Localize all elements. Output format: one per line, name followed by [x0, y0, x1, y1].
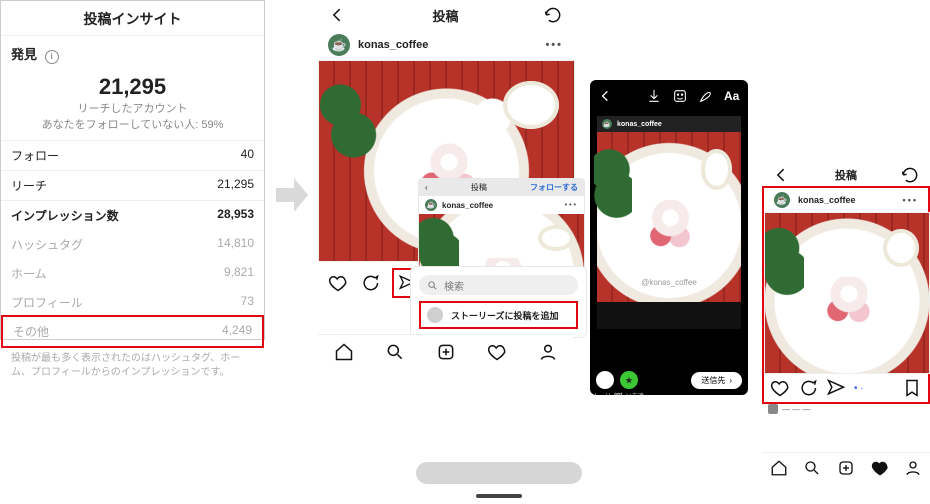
- reach-summary: 21,295 リーチしたアカウント あなたをフォローしていない人: 59%: [1, 68, 264, 140]
- back-icon[interactable]: [328, 5, 348, 25]
- impressions-row: インプレッション数 28,953: [1, 200, 264, 230]
- back-icon[interactable]: [772, 165, 792, 185]
- share-search-input[interactable]: 検索: [419, 275, 578, 295]
- avatar-placeholder-icon: [427, 307, 443, 323]
- more-icon[interactable]: •••: [545, 39, 563, 51]
- post-image[interactable]: [318, 60, 575, 262]
- add-to-story-label: ストーリーズに投稿を追加: [451, 309, 559, 322]
- like-icon[interactable]: [328, 273, 348, 293]
- share-sheet: 検索 ストーリーズに投稿を追加: [410, 266, 587, 338]
- info-icon[interactable]: i: [45, 50, 59, 64]
- post-header: 投稿: [318, 0, 573, 30]
- impressions-breakdown-row: ホーム 9,821: [1, 259, 264, 288]
- arrow-right-icon: [276, 174, 308, 216]
- impressions-other-row: その他 4,249: [1, 315, 264, 348]
- search-placeholder: 検索: [444, 278, 464, 293]
- nav-add-icon[interactable]: [436, 342, 456, 362]
- story-handle: @konas_coffee: [597, 278, 741, 287]
- nav-search-icon[interactable]: [802, 458, 822, 478]
- more-icon[interactable]: •••: [903, 195, 918, 205]
- insights-note: 投稿が最も多く表示されたのはハッシュタグ、ホーム、プロフィールからのインプレッシ…: [1, 346, 264, 380]
- username: konas_coffee: [358, 39, 428, 51]
- post-author-row[interactable]: ☕ konas_coffee •••: [318, 30, 573, 60]
- refresh-icon[interactable]: [543, 5, 563, 25]
- insights-panel: 投稿インサイト 発見 i 21,295 リーチしたアカウント あなたをフォローし…: [0, 0, 265, 340]
- nav-profile-icon[interactable]: [538, 342, 558, 362]
- result-post-screen: 投稿 ☕ konas_coffee ••• • · — — —: [762, 164, 930, 416]
- nav-activity-icon[interactable]: [870, 458, 890, 478]
- bottom-nav: [762, 452, 930, 483]
- comment-icon[interactable]: [360, 273, 380, 293]
- post-image[interactable]: [764, 212, 930, 374]
- send-button-disabled: [416, 462, 582, 484]
- nav-home-icon[interactable]: [334, 342, 354, 362]
- post-header-title: 投稿: [432, 6, 458, 25]
- story-top-tools: Aa: [646, 88, 740, 104]
- nav-search-icon[interactable]: [385, 342, 405, 362]
- post-header-title: 投稿: [835, 167, 857, 183]
- comment-icon[interactable]: [798, 378, 818, 398]
- reach-nonfollowers: あなたをフォローしていない人: 59%: [1, 116, 264, 132]
- text-icon[interactable]: Aa: [724, 88, 740, 104]
- like-icon[interactable]: [770, 378, 790, 398]
- sticker-icon[interactable]: [672, 88, 688, 104]
- share-icon[interactable]: [826, 378, 846, 398]
- nav-add-icon[interactable]: [836, 458, 856, 478]
- insights-discovery-heading: 発見 i: [1, 36, 264, 68]
- avatar-icon: ☕: [602, 119, 612, 129]
- avatar-icon: ☕: [328, 34, 350, 56]
- carousel-indicator: • ·: [854, 383, 864, 394]
- refresh-icon[interactable]: [900, 165, 920, 185]
- metric-row: リーチ 21,295: [1, 170, 264, 200]
- bottom-nav: [318, 334, 573, 369]
- nav-home-icon[interactable]: [769, 458, 789, 478]
- caption-stub: — — —: [762, 404, 930, 416]
- highlighted-post: ☕ konas_coffee ••• • ·: [762, 186, 930, 404]
- close-friends-button[interactable]: ★: [620, 371, 638, 389]
- bookmark-icon[interactable]: [902, 378, 922, 398]
- metric-row: フォロー 40: [1, 140, 264, 170]
- post-actions: • ·: [764, 374, 928, 402]
- avatar-thumb-icon: [768, 404, 778, 414]
- nav-activity-icon[interactable]: [487, 342, 507, 362]
- your-story-button[interactable]: [596, 371, 614, 389]
- home-indicator: [476, 494, 522, 498]
- post-author-row[interactable]: ☕ konas_coffee •••: [764, 188, 928, 212]
- send-to-button[interactable]: 送信先 ›: [691, 372, 742, 389]
- add-to-story-button[interactable]: ストーリーズに投稿を追加: [419, 301, 578, 329]
- impressions-breakdown-row: プロフィール 73: [1, 288, 264, 317]
- insights-title: 投稿インサイト: [1, 1, 264, 36]
- story-editor: Aa ☕ konas_coffee @konas_coffee ストーリーズ ★…: [590, 80, 748, 395]
- post-screen: 投稿 ☕ konas_coffee •••: [318, 0, 573, 300]
- reach-caption: リーチしたアカウント: [1, 100, 264, 116]
- draw-icon[interactable]: [698, 88, 714, 104]
- story-share-bar: ストーリーズ ★親しい友達 送信先 ›: [596, 371, 742, 389]
- impressions-breakdown-row: ハッシュタグ 14,810: [1, 230, 264, 259]
- avatar-icon: ☕: [774, 192, 790, 208]
- chevron-right-icon: ›: [729, 376, 732, 385]
- post-header: 投稿: [762, 164, 930, 186]
- story-embedded-post[interactable]: ☕ konas_coffee @konas_coffee: [597, 116, 741, 329]
- username: konas_coffee: [798, 195, 856, 205]
- story-back-icon[interactable]: [598, 88, 614, 104]
- download-icon[interactable]: [646, 88, 662, 104]
- nav-profile-icon[interactable]: [903, 458, 923, 478]
- reach-count: 21,295: [1, 74, 264, 100]
